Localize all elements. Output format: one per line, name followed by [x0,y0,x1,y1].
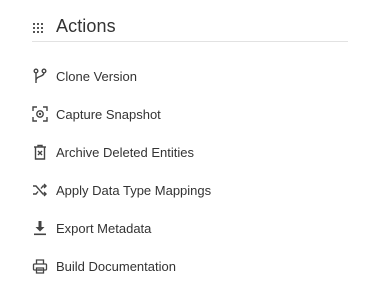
download-icon [32,220,48,236]
print-icon [32,258,48,274]
panel-header: Actions [32,10,348,42]
grip-dots-icon [32,20,44,33]
action-label: Apply Data Type Mappings [56,182,212,198]
actions-panel: Actions Clone Version Capture Snapshot A… [0,0,376,299]
export-metadata-action[interactable]: Export Metadata [32,209,348,247]
archive-deleted-entities-action[interactable]: Archive Deleted Entities [32,133,348,171]
clone-version-action[interactable]: Clone Version [32,57,348,95]
branch-icon [32,68,48,84]
action-label: Archive Deleted Entities [56,144,195,160]
action-label: Export Metadata [56,220,152,236]
action-label: Build Documentation [56,258,176,274]
camera-snapshot-icon [32,106,48,122]
panel-title: Actions [56,15,116,36]
capture-snapshot-action[interactable]: Capture Snapshot [32,95,348,133]
build-documentation-action[interactable]: Build Documentation [32,247,348,285]
archive-trash-icon [32,144,48,160]
apply-data-type-mappings-action[interactable]: Apply Data Type Mappings [32,171,348,209]
action-list: Clone Version Capture Snapshot Archive D… [32,57,348,285]
shuffle-icon [32,182,48,198]
action-label: Capture Snapshot [56,106,161,122]
action-label: Clone Version [56,68,137,84]
divider [32,41,348,42]
